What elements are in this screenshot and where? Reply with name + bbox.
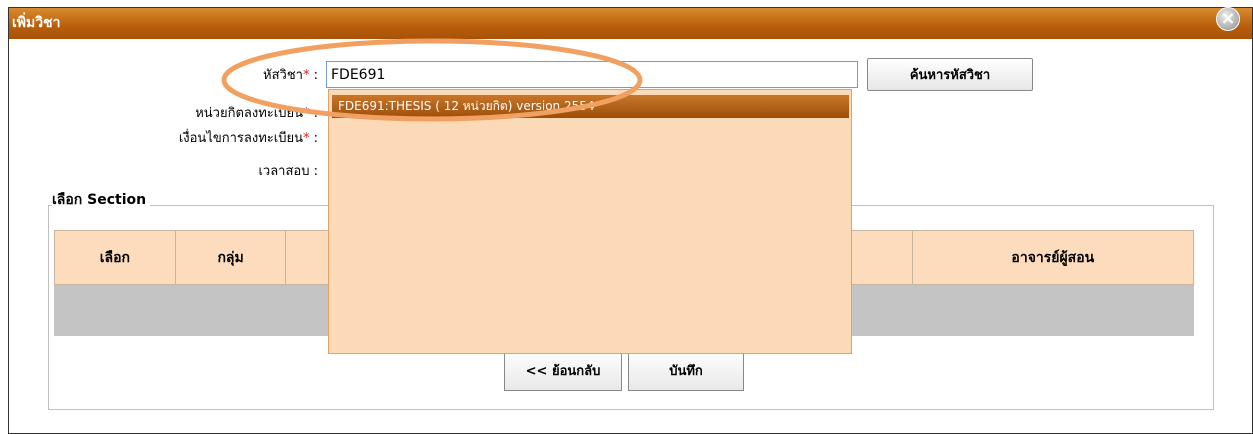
column-group: กลุ่ม — [174, 230, 287, 285]
required-mark: * — [302, 106, 310, 121]
autocomplete-dropdown: FDE691:THESIS ( 12 หน่วยกิต) version 255… — [328, 89, 852, 354]
close-icon[interactable]: × — [1216, 7, 1240, 31]
credits-label: หน่วยกิตลงทะเบียน* : — [195, 102, 318, 123]
exam-time-label-text: เวลาสอบ — [258, 164, 310, 179]
condition-label-text: เงื่อนไขการลงทะเบียน — [178, 131, 303, 146]
course-code-label-text: หัสวิชา — [263, 68, 303, 83]
label-colon: : — [313, 131, 318, 146]
column-instructor: อาจารย์ผู้สอน — [911, 230, 1195, 285]
dialog-title: เพิ่มวิชา — [9, 8, 1252, 39]
column-select: เลือก — [54, 230, 176, 285]
course-code-input[interactable] — [326, 61, 858, 88]
search-course-button[interactable]: ค้นหารหัสวิชา — [867, 58, 1033, 91]
label-colon: : — [313, 68, 318, 83]
label-colon: : — [313, 164, 318, 179]
save-button[interactable]: บันทึก — [628, 349, 744, 391]
label-colon: : — [313, 106, 318, 121]
condition-label: เงื่อนไขการลงทะเบียน* : — [179, 127, 318, 148]
section-legend: เลือก Section — [52, 189, 151, 211]
required-mark: * — [302, 68, 310, 83]
credits-label-text: หน่วยกิตลงทะเบียน — [195, 106, 303, 121]
course-code-label: หัสวิชา* : — [263, 64, 318, 85]
back-button[interactable]: << ย้อนกลับ — [504, 349, 622, 391]
autocomplete-item[interactable]: FDE691:THESIS ( 12 หน่วยกิต) version 255… — [332, 95, 849, 118]
required-mark: * — [302, 131, 310, 146]
exam-time-label: เวลาสอบ : — [258, 160, 318, 181]
